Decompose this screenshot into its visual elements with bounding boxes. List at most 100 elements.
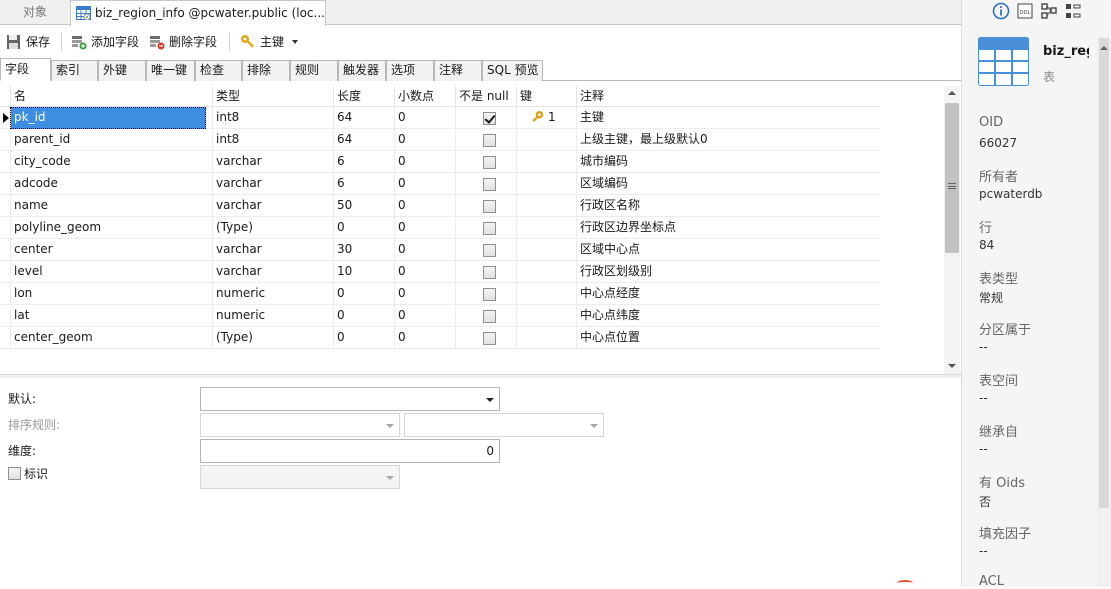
default-select[interactable] (200, 387, 500, 411)
cell-length[interactable]: 0 (333, 217, 394, 239)
subtab[interactable]: 触发器 (338, 60, 386, 81)
cell-comment[interactable]: 中心点经度 (576, 283, 880, 305)
cell-comment[interactable]: 区域中心点 (576, 239, 880, 261)
subtab[interactable]: 规则 (290, 60, 338, 81)
subtab[interactable]: 排除 (242, 60, 290, 81)
table-row[interactable]: adcode varchar 6 0 区域编码 (0, 173, 880, 195)
cell-name[interactable]: city_code (10, 151, 212, 173)
scroll-up-arrow-icon[interactable] (948, 91, 956, 95)
not-null-checkbox[interactable] (483, 332, 496, 345)
cell-type[interactable]: varchar (212, 239, 333, 261)
not-null-checkbox[interactable] (483, 178, 496, 191)
cell-comment[interactable]: 中心点纬度 (576, 305, 880, 327)
scroll-down-arrow-icon[interactable] (948, 364, 956, 368)
cell-name[interactable]: lat (10, 305, 212, 327)
table-row[interactable]: lat numeric 0 0 中心点纬度 (0, 305, 880, 327)
cell-name[interactable]: pk_id (10, 107, 206, 129)
cell-name[interactable]: level (10, 261, 212, 283)
subtab[interactable]: 外键 (98, 60, 146, 81)
cell-comment[interactable]: 行政区划级别 (576, 261, 880, 283)
cell-decimal[interactable]: 0 (394, 283, 455, 305)
save-button[interactable]: 保存 (6, 31, 52, 53)
cell-comment[interactable]: 主键 (576, 107, 880, 129)
subtab[interactable]: 唯一键 (146, 60, 195, 81)
cell-type[interactable]: varchar (212, 151, 333, 173)
cell-decimal[interactable]: 0 (394, 129, 455, 151)
cell-decimal[interactable]: 0 (394, 173, 455, 195)
table-row[interactable]: parent_id int8 64 0 上级主键，最上级默认0 (0, 129, 880, 151)
cell-key[interactable] (516, 327, 576, 349)
table-row[interactable]: polyline_geom (Type) 0 0 行政区边界坐标点 (0, 217, 880, 239)
tab-table-design[interactable]: biz_region_info @pcwater.public (loc... (70, 0, 326, 26)
cell-decimal[interactable]: 0 (394, 327, 455, 349)
scrollbar-thumb[interactable] (1099, 38, 1109, 508)
cell-name[interactable]: polyline_geom (10, 217, 212, 239)
table-row[interactable]: center varchar 30 0 区域中心点 (0, 239, 880, 261)
cell-length[interactable]: 6 (333, 151, 394, 173)
subtab[interactable]: 索引 (51, 60, 98, 81)
not-null-checkbox[interactable] (483, 112, 496, 125)
cell-length[interactable]: 6 (333, 173, 394, 195)
column-header[interactable]: 长度 (333, 86, 394, 107)
cell-comment[interactable]: 行政区边界坐标点 (576, 217, 880, 239)
cell-length[interactable]: 0 (333, 305, 394, 327)
cell-key[interactable] (516, 173, 576, 195)
cell-key[interactable] (516, 283, 576, 305)
dimension-input[interactable]: 0 (200, 439, 500, 463)
panel-divider[interactable] (0, 374, 961, 378)
cell-type[interactable]: varchar (212, 195, 333, 217)
ddl-icon[interactable]: DDL (1016, 2, 1034, 20)
cell-type[interactable]: int8 (212, 129, 333, 151)
subtab[interactable]: 注释 (434, 60, 482, 81)
not-null-checkbox[interactable] (483, 200, 496, 213)
cell-decimal[interactable]: 0 (394, 151, 455, 173)
cell-key[interactable] (516, 151, 576, 173)
cell-name[interactable]: parent_id (10, 129, 212, 151)
cell-length[interactable]: 64 (333, 129, 394, 151)
cell-name[interactable]: name (10, 195, 212, 217)
cell-type[interactable]: (Type) (212, 327, 333, 349)
cell-type[interactable]: numeric (212, 283, 333, 305)
cell-name[interactable]: center (10, 239, 212, 261)
cell-type[interactable]: varchar (212, 261, 333, 283)
subtab[interactable]: SQL 预览 (482, 60, 543, 81)
cell-comment[interactable]: 行政区名称 (576, 195, 880, 217)
cell-decimal[interactable]: 0 (394, 261, 455, 283)
cell-key[interactable] (516, 305, 576, 327)
info-icon[interactable] (992, 2, 1010, 20)
table-row[interactable]: city_code varchar 6 0 城市编码 (0, 151, 880, 173)
column-header[interactable]: 键 (516, 86, 576, 107)
cell-key[interactable] (516, 261, 576, 283)
cell-decimal[interactable]: 0 (394, 239, 455, 261)
table-row[interactable]: lon numeric 0 0 中心点经度 (0, 283, 880, 305)
cell-decimal[interactable]: 0 (394, 195, 455, 217)
scroll-up-arrow-icon[interactable] (1100, 46, 1108, 50)
cell-name[interactable]: adcode (10, 173, 212, 195)
cell-length[interactable]: 0 (333, 283, 394, 305)
cell-decimal[interactable]: 0 (394, 305, 455, 327)
not-null-checkbox[interactable] (483, 134, 496, 147)
not-null-checkbox[interactable] (483, 222, 496, 235)
column-header[interactable]: 小数点 (394, 86, 455, 107)
cell-length[interactable]: 50 (333, 195, 394, 217)
cell-length[interactable]: 30 (333, 239, 394, 261)
not-null-checkbox[interactable] (483, 288, 496, 301)
grid-vertical-scrollbar[interactable] (944, 86, 960, 374)
cell-length[interactable]: 10 (333, 261, 394, 283)
tab-objects[interactable]: 对象 (0, 0, 70, 25)
not-null-checkbox[interactable] (483, 266, 496, 279)
column-header[interactable]: 名 (10, 86, 212, 107)
cell-comment[interactable]: 中心点位置 (576, 327, 880, 349)
subtab[interactable]: 字段 (0, 58, 51, 81)
delete-field-button[interactable]: 删除字段 (149, 31, 221, 53)
cell-type[interactable]: (Type) (212, 217, 333, 239)
cell-length[interactable]: 0 (333, 327, 394, 349)
primary-key-button[interactable]: 主键 (240, 31, 302, 53)
cell-key[interactable]: 1 (516, 107, 576, 129)
cell-name[interactable]: center_geom (10, 327, 212, 349)
info-panel-scrollbar[interactable] (1097, 38, 1111, 587)
cell-comment[interactable]: 上级主键，最上级默认0 (576, 129, 880, 151)
subtab[interactable]: 检查 (195, 60, 242, 81)
cell-name[interactable]: lon (10, 283, 212, 305)
table-row[interactable]: name varchar 50 0 行政区名称 (0, 195, 880, 217)
